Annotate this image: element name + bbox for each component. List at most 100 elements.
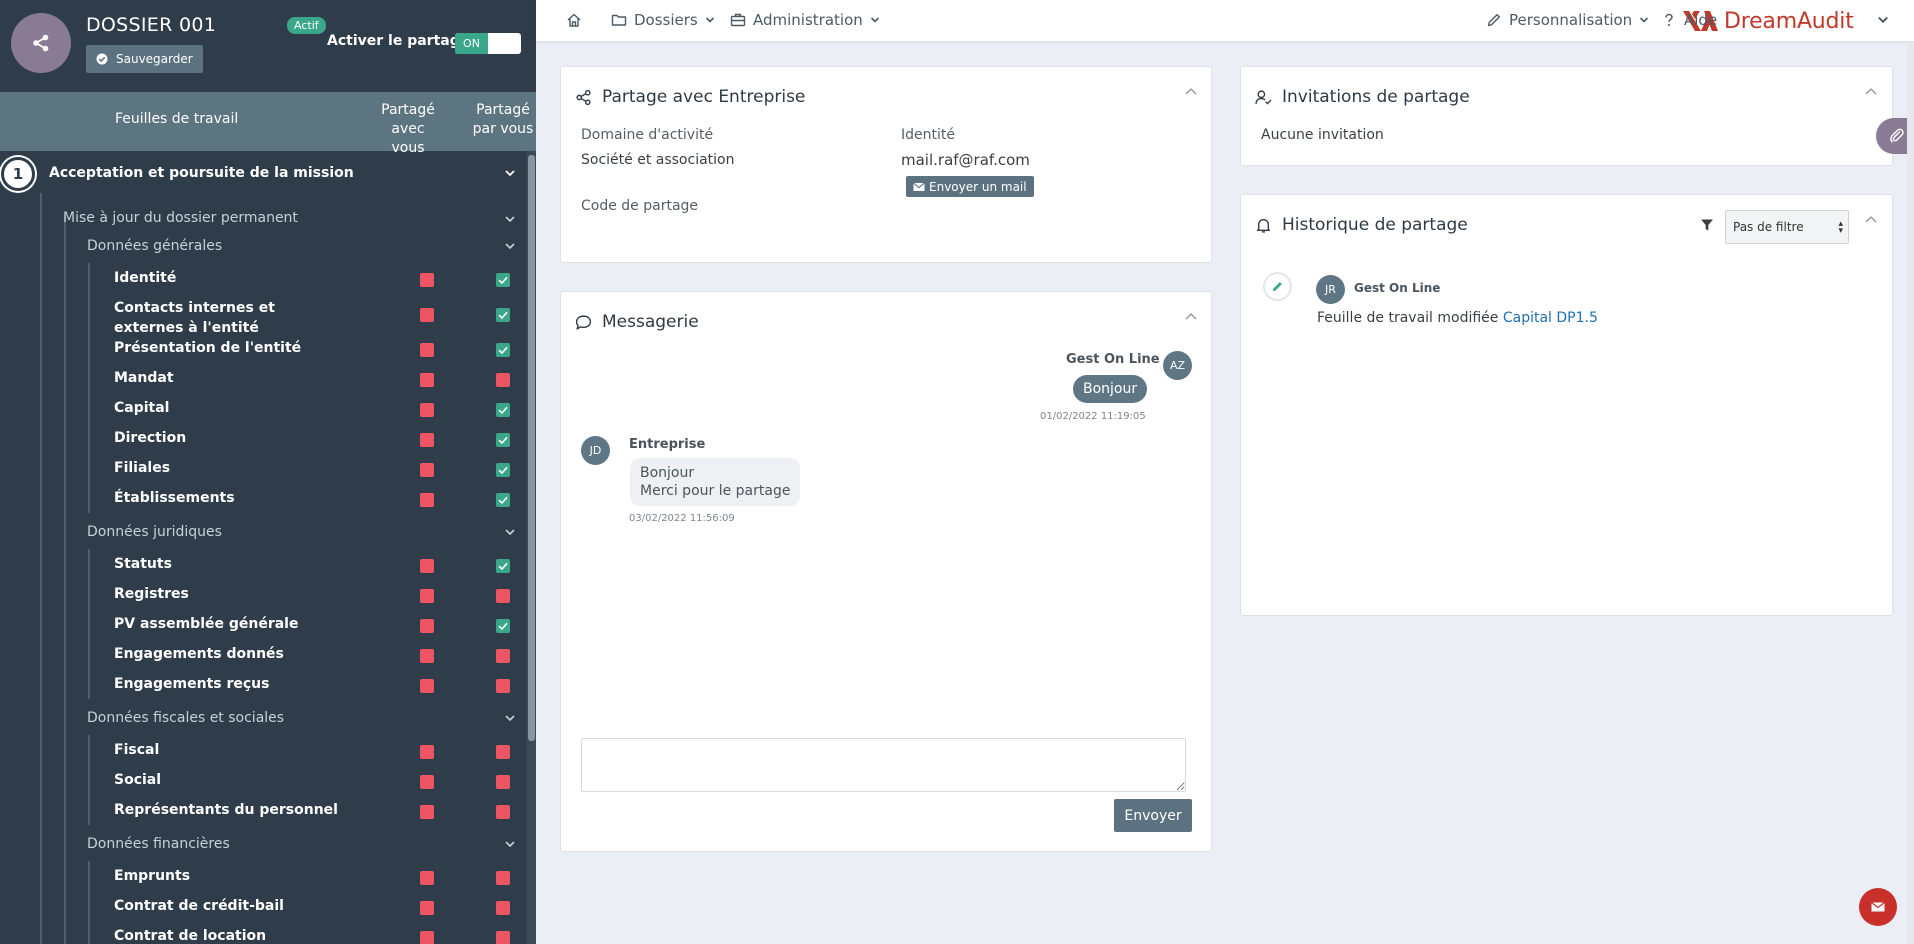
shared-with-you-unchecked[interactable] (420, 273, 434, 287)
worksheet-row[interactable]: Établissements (0, 483, 526, 513)
section-row[interactable]: 1 Acceptation et poursuite de la mission (0, 153, 526, 191)
shared-by-you-unchecked[interactable] (496, 805, 510, 819)
shared-with-you-unchecked[interactable] (420, 493, 434, 507)
chevron-up-icon[interactable] (1184, 310, 1198, 324)
nav-administration[interactable]: Administration (730, 0, 880, 40)
shared-by-you-unchecked[interactable] (496, 649, 510, 663)
worksheet-label[interactable]: Capital (114, 398, 344, 418)
worksheet-row[interactable]: Contrat de location (0, 921, 526, 944)
send-mail-button[interactable]: Envoyer un mail (906, 176, 1034, 197)
chevron-up-icon[interactable] (1184, 85, 1198, 99)
worksheet-label[interactable]: Contrat de location (114, 926, 344, 944)
sidebar-scroll-thumb[interactable] (528, 155, 535, 741)
shared-with-you-unchecked[interactable] (420, 403, 434, 417)
message-input[interactable] (581, 738, 1186, 792)
chevron-up-icon[interactable] (1864, 85, 1878, 99)
worksheet-row[interactable]: Direction (0, 423, 526, 453)
shared-by-you-checked[interactable] (496, 273, 510, 287)
subsection-title[interactable]: Mise à jour du dossier permanent (63, 210, 298, 226)
worksheet-row[interactable]: Contrat de crédit-bail (0, 891, 526, 921)
shared-by-you-unchecked[interactable] (496, 931, 510, 944)
history-entry-link[interactable]: Capital DP1.5 (1503, 310, 1598, 326)
worksheet-label[interactable]: Identité (114, 268, 344, 288)
shared-by-you-unchecked[interactable] (496, 901, 510, 915)
shared-by-you-unchecked[interactable] (496, 373, 510, 387)
worksheet-label[interactable]: Engagements reçus (114, 674, 344, 694)
nav-aide[interactable]: Aide (1661, 0, 1717, 40)
shared-by-you-unchecked[interactable] (496, 745, 510, 759)
shared-by-you-unchecked[interactable] (496, 871, 510, 885)
share-toggle[interactable]: ON (455, 33, 521, 54)
worksheet-label[interactable]: Statuts (114, 554, 344, 574)
group-title[interactable]: Données financières (87, 836, 230, 852)
worksheet-row[interactable]: Filiales (0, 453, 526, 483)
shared-with-you-unchecked[interactable] (420, 871, 434, 885)
worksheet-label[interactable]: Social (114, 770, 344, 790)
shared-by-you-unchecked[interactable] (496, 589, 510, 603)
nav-dossiers[interactable]: Dossiers (611, 0, 715, 40)
worksheet-label[interactable]: PV assemblée générale (114, 614, 344, 634)
group-title[interactable]: Données fiscales et sociales (87, 710, 284, 726)
worksheet-row[interactable]: Contacts internes et externes à l'entité (0, 293, 526, 336)
save-button[interactable]: Sauvegarder (86, 45, 203, 73)
group-title[interactable]: Données juridiques (87, 524, 222, 540)
chevron-down-icon[interactable] (504, 213, 516, 225)
worksheet-row[interactable]: Social (0, 765, 526, 795)
shared-with-you-unchecked[interactable] (420, 901, 434, 915)
shared-by-you-checked[interactable] (496, 343, 510, 357)
shared-with-you-unchecked[interactable] (420, 433, 434, 447)
shared-with-you-unchecked[interactable] (420, 343, 434, 357)
user-menu-toggle[interactable] (1877, 0, 1889, 40)
worksheet-row[interactable]: Fiscal (0, 735, 526, 765)
shared-with-you-unchecked[interactable] (420, 463, 434, 477)
worksheet-row[interactable]: Statuts (0, 549, 526, 579)
worksheet-label[interactable]: Présentation de l'entité (114, 338, 344, 358)
worksheet-label[interactable]: Engagements donnés (114, 644, 344, 664)
group-title[interactable]: Données générales (87, 238, 222, 254)
worksheet-row[interactable]: Registres (0, 579, 526, 609)
worksheet-label[interactable]: Contacts internes et externes à l'entité (114, 298, 344, 338)
shared-with-you-unchecked[interactable] (420, 589, 434, 603)
shared-with-you-unchecked[interactable] (420, 649, 434, 663)
nav-personnalisation[interactable]: Personnalisation (1486, 0, 1649, 40)
shared-by-you-checked[interactable] (496, 493, 510, 507)
shared-by-you-checked[interactable] (496, 619, 510, 633)
worksheet-label[interactable]: Registres (114, 584, 344, 604)
filter-icon[interactable] (1700, 218, 1714, 232)
worksheet-row[interactable]: Capital (0, 393, 526, 423)
worksheet-label[interactable]: Filiales (114, 458, 344, 478)
send-message-button[interactable]: Envoyer (1114, 799, 1192, 832)
worksheet-row[interactable]: Engagements donnés (0, 639, 526, 669)
share-avatar[interactable] (11, 13, 71, 73)
chevron-down-icon[interactable] (504, 526, 516, 538)
shared-by-you-checked[interactable] (496, 433, 510, 447)
shared-with-you-unchecked[interactable] (420, 679, 434, 693)
shared-with-you-unchecked[interactable] (420, 805, 434, 819)
shared-by-you-unchecked[interactable] (496, 775, 510, 789)
worksheet-label[interactable]: Fiscal (114, 740, 344, 760)
worksheet-label[interactable]: Emprunts (114, 866, 344, 886)
shared-by-you-checked[interactable] (496, 308, 510, 322)
worksheet-row[interactable]: Engagements reçus (0, 669, 526, 699)
chevron-down-icon[interactable] (504, 167, 516, 179)
worksheet-row[interactable]: Représentants du personnel (0, 795, 526, 825)
shared-with-you-unchecked[interactable] (420, 745, 434, 759)
contact-fab[interactable] (1859, 888, 1897, 926)
page-scrollbar[interactable] (1907, 42, 1914, 944)
shared-with-you-unchecked[interactable] (420, 931, 434, 944)
shared-with-you-unchecked[interactable] (420, 619, 434, 633)
worksheet-label[interactable]: Représentants du personnel (114, 800, 344, 820)
shared-with-you-unchecked[interactable] (420, 308, 434, 322)
worksheet-row[interactable]: Identité (0, 263, 526, 293)
sidebar-scrollbar[interactable] (527, 151, 536, 944)
worksheet-row[interactable]: Présentation de l'entité (0, 333, 526, 363)
worksheet-row[interactable]: PV assemblée générale (0, 609, 526, 639)
shared-by-you-checked[interactable] (496, 463, 510, 477)
chevron-down-icon[interactable] (504, 838, 516, 850)
shared-by-you-unchecked[interactable] (496, 679, 510, 693)
chevron-down-icon[interactable] (504, 240, 516, 252)
chevron-down-icon[interactable] (504, 712, 516, 724)
worksheet-row[interactable]: Mandat (0, 363, 526, 393)
shared-with-you-unchecked[interactable] (420, 373, 434, 387)
worksheet-row[interactable]: Emprunts (0, 861, 526, 891)
